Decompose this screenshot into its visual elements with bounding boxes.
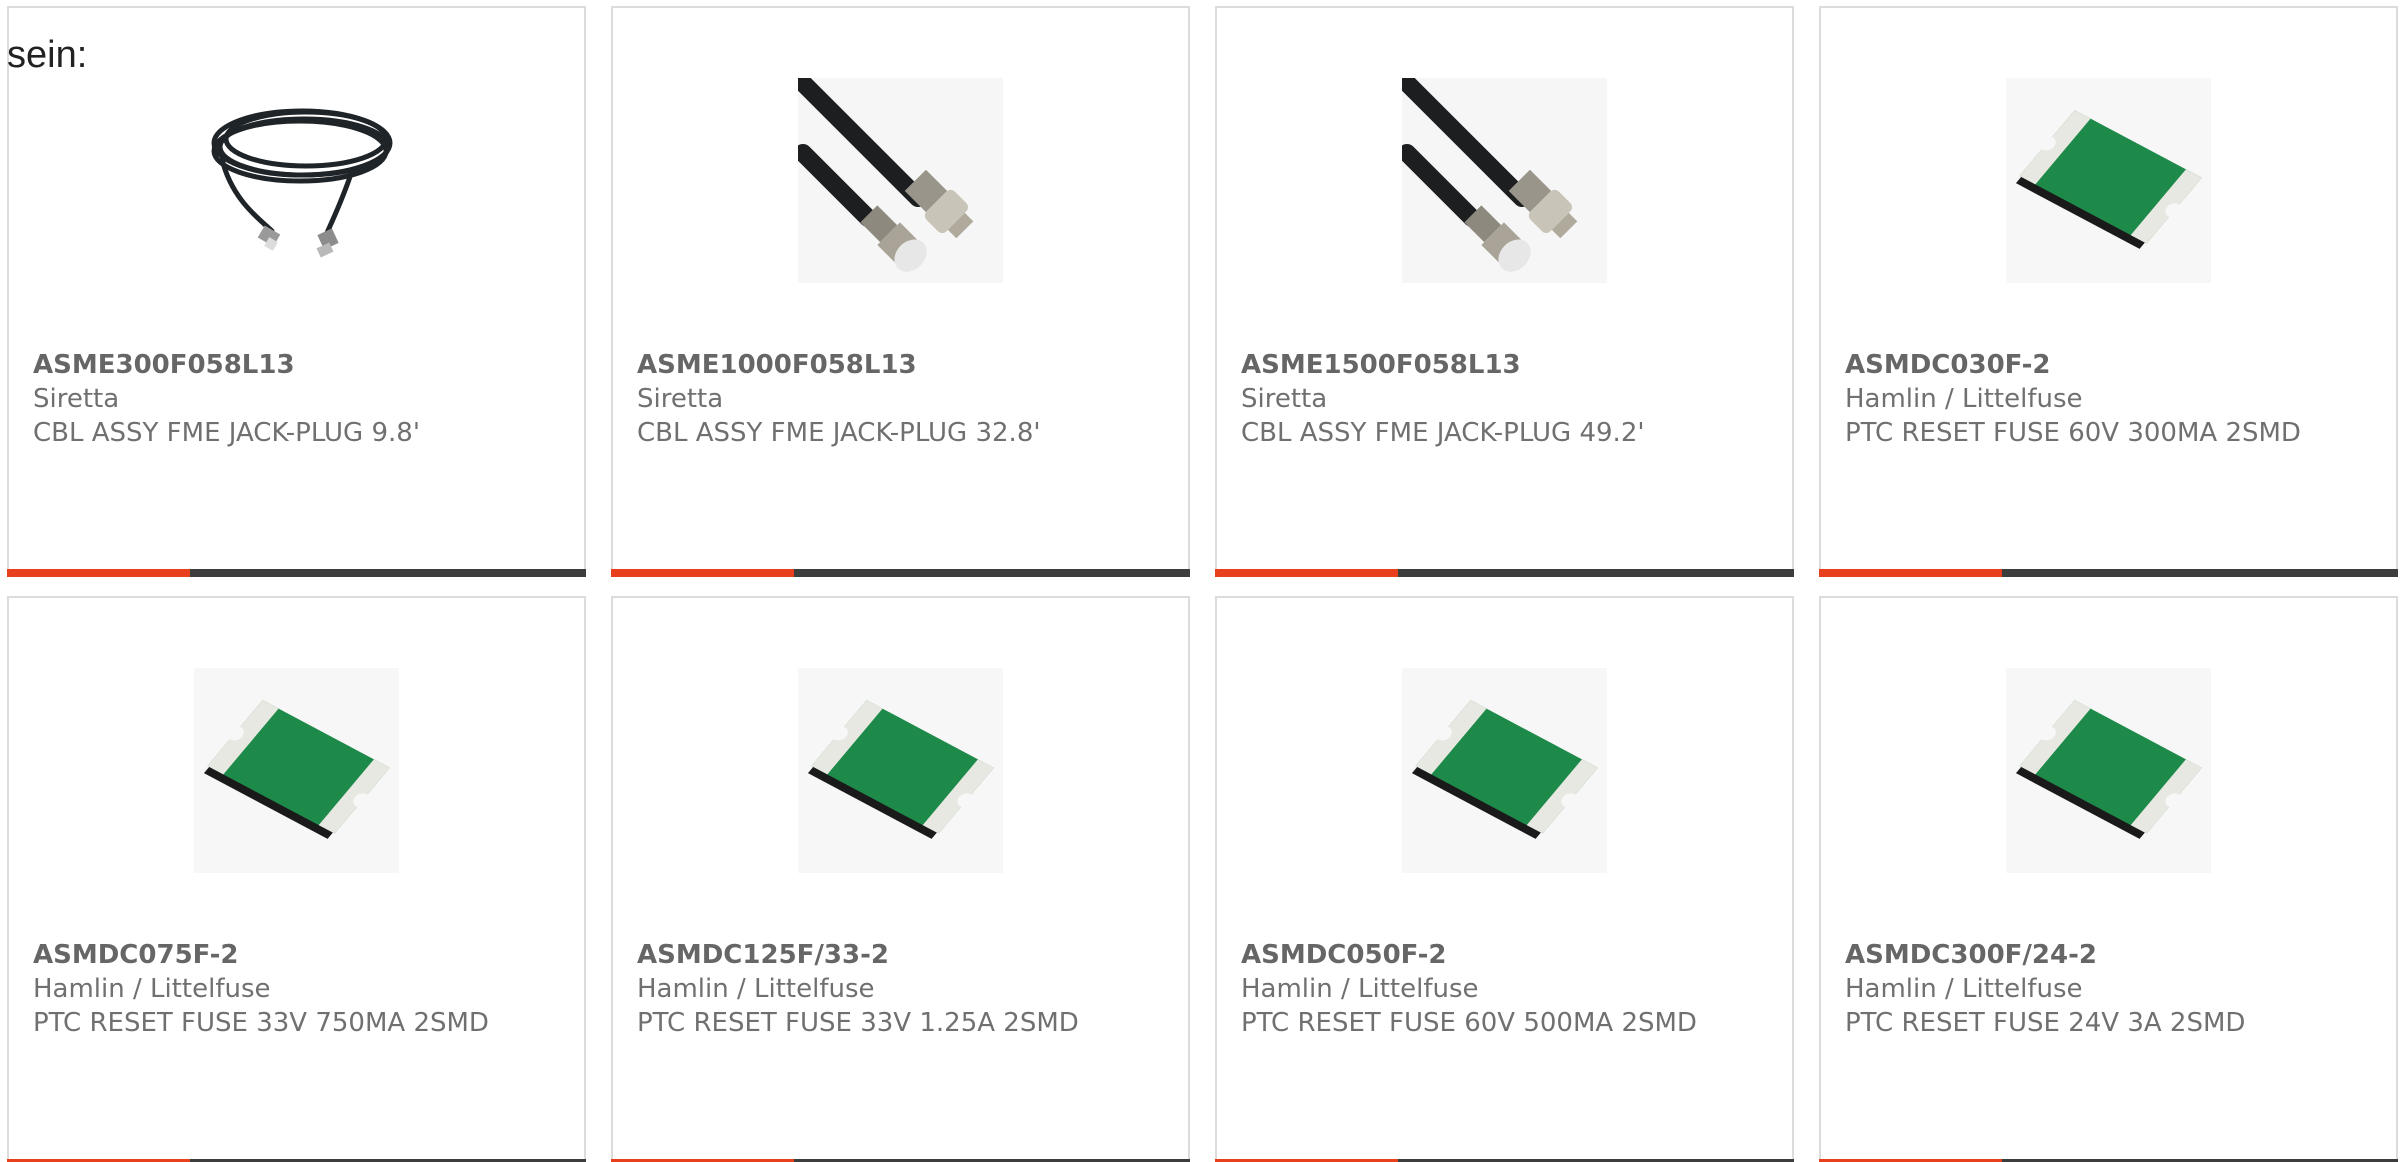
fme-cable-connector-icon — [1402, 78, 1607, 283]
smd-fuse-icon — [1402, 668, 1607, 873]
product-card[interactable]: ASMDC050F-2 Hamlin / Littelfuse PTC RESE… — [1215, 596, 1794, 1162]
product-info: ASMDC075F-2 Hamlin / Littelfuse PTC RESE… — [33, 938, 560, 1040]
smd-fuse-icon — [2006, 668, 2211, 873]
description: CBL ASSY FME JACK-PLUG 49.2' — [1241, 418, 1645, 448]
intro-text: sein: — [7, 34, 88, 76]
product-info: ASMDC050F-2 Hamlin / Littelfuse PTC RESE… — [1241, 938, 1768, 1040]
part-number[interactable]: ASMDC300F/24-2 — [1845, 938, 2372, 972]
card-bottom-bar — [7, 569, 586, 577]
manufacturer: Hamlin / Littelfuse — [1845, 974, 2083, 1004]
manufacturer: Hamlin / Littelfuse — [33, 974, 271, 1004]
manufacturer: Hamlin / Littelfuse — [637, 974, 875, 1004]
product-image[interactable] — [1821, 668, 2396, 873]
description: PTC RESET FUSE 33V 1.25A 2SMD — [637, 1008, 1079, 1038]
description: CBL ASSY FME JACK-PLUG 32.8' — [637, 418, 1041, 448]
product-card[interactable]: ASME1500F058L13 Siretta CBL ASSY FME JAC… — [1215, 6, 1794, 577]
product-image[interactable] — [613, 668, 1188, 873]
product-image[interactable] — [1821, 78, 2396, 283]
description: CBL ASSY FME JACK-PLUG 9.8' — [33, 418, 420, 448]
product-info: ASME300F058L13 Siretta CBL ASSY FME JACK… — [33, 348, 560, 450]
product-info: ASME1500F058L13 Siretta CBL ASSY FME JAC… — [1241, 348, 1768, 450]
description: PTC RESET FUSE 33V 750MA 2SMD — [33, 1008, 489, 1038]
part-number[interactable]: ASME1500F058L13 — [1241, 348, 1768, 382]
card-accent — [611, 569, 794, 577]
product-card[interactable]: ASME1000F058L13 Siretta CBL ASSY FME JAC… — [611, 6, 1190, 577]
product-card[interactable]: ASMDC075F-2 Hamlin / Littelfuse PTC RESE… — [7, 596, 586, 1162]
smd-fuse-icon — [2006, 78, 2211, 283]
coiled-cable-icon — [211, 108, 392, 257]
product-card[interactable]: ASMDC030F-2 Hamlin / Littelfuse PTC RESE… — [1819, 6, 2398, 577]
smd-fuse-icon — [798, 668, 1003, 873]
part-number[interactable]: ASMDC050F-2 — [1241, 938, 1768, 972]
product-image[interactable] — [1217, 78, 1792, 283]
manufacturer: Siretta — [637, 384, 724, 414]
description: PTC RESET FUSE 60V 300MA 2SMD — [1845, 418, 2301, 448]
product-card[interactable]: ASMDC125F/33-2 Hamlin / Littelfuse PTC R… — [611, 596, 1190, 1162]
manufacturer: Hamlin / Littelfuse — [1845, 384, 2083, 414]
card-accent — [1819, 569, 2002, 577]
product-image[interactable] — [9, 668, 584, 873]
product-image[interactable] — [9, 78, 584, 283]
product-card[interactable]: ASMDC300F/24-2 Hamlin / Littelfuse PTC R… — [1819, 596, 2398, 1162]
part-number[interactable]: ASME1000F058L13 — [637, 348, 1164, 382]
fme-cable-connector-icon — [798, 78, 1003, 283]
product-info: ASMDC125F/33-2 Hamlin / Littelfuse PTC R… — [637, 938, 1164, 1040]
card-bottom-bar — [1819, 569, 2398, 577]
product-info: ASMDC300F/24-2 Hamlin / Littelfuse PTC R… — [1845, 938, 2372, 1040]
part-number[interactable]: ASMDC075F-2 — [33, 938, 560, 972]
product-card[interactable]: ASME300F058L13 Siretta CBL ASSY FME JACK… — [7, 6, 586, 577]
product-info: ASME1000F058L13 Siretta CBL ASSY FME JAC… — [637, 348, 1164, 450]
card-accent — [1215, 569, 1398, 577]
part-number[interactable]: ASMDC125F/33-2 — [637, 938, 1164, 972]
card-accent — [7, 569, 190, 577]
product-grid-page: ASME300F058L13 Siretta CBL ASSY FME JACK… — [0, 0, 2400, 1162]
manufacturer: Siretta — [1241, 384, 1328, 414]
card-bottom-bar — [611, 569, 1190, 577]
product-image[interactable] — [613, 78, 1188, 283]
part-number[interactable]: ASME300F058L13 — [33, 348, 560, 382]
card-bottom-bar — [1215, 569, 1794, 577]
product-info: ASMDC030F-2 Hamlin / Littelfuse PTC RESE… — [1845, 348, 2372, 450]
smd-fuse-icon — [194, 668, 399, 873]
manufacturer: Hamlin / Littelfuse — [1241, 974, 1479, 1004]
description: PTC RESET FUSE 24V 3A 2SMD — [1845, 1008, 2246, 1038]
manufacturer: Siretta — [33, 384, 120, 414]
description: PTC RESET FUSE 60V 500MA 2SMD — [1241, 1008, 1697, 1038]
part-number[interactable]: ASMDC030F-2 — [1845, 348, 2372, 382]
product-grid: ASME300F058L13 Siretta CBL ASSY FME JACK… — [7, 6, 2398, 1162]
product-image[interactable] — [1217, 668, 1792, 873]
